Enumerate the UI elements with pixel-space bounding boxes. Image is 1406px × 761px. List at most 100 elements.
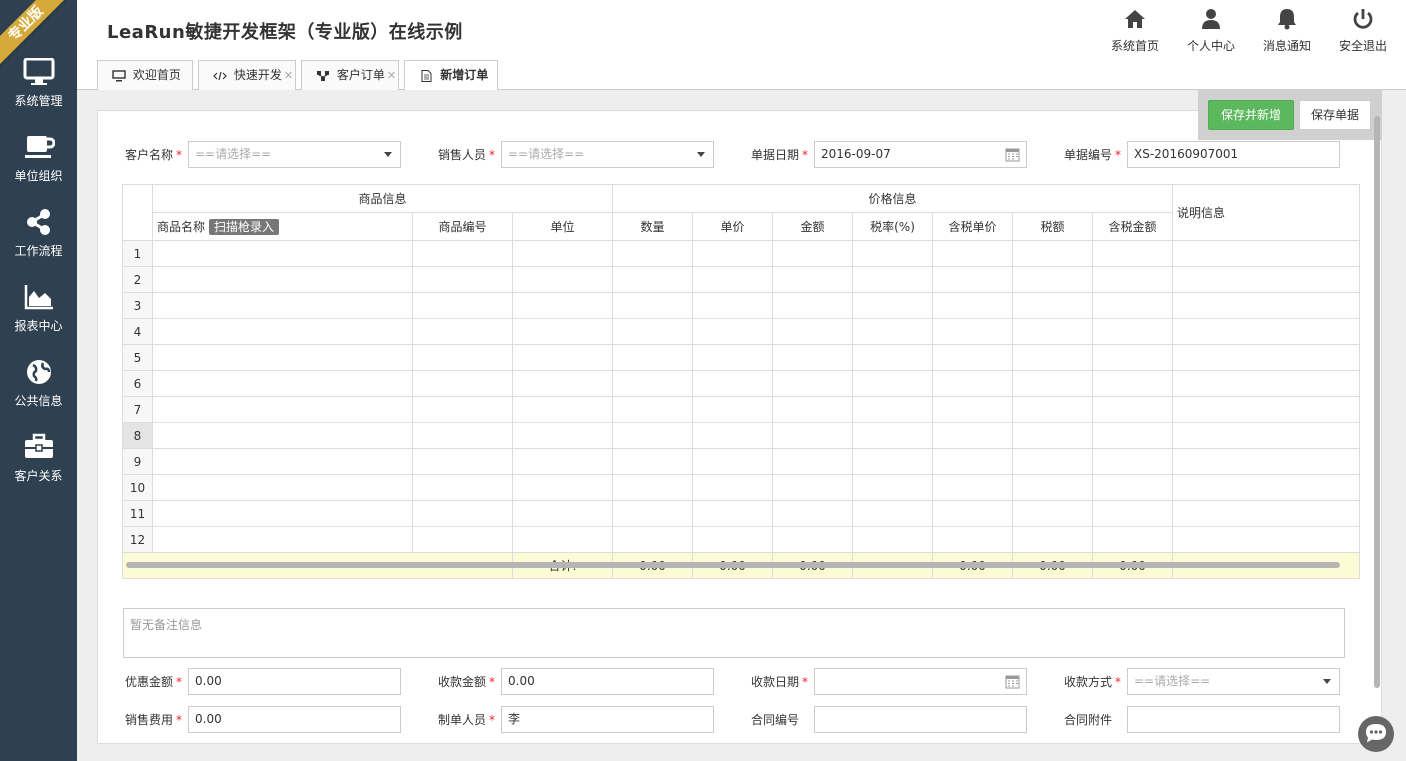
table-cell[interactable] [932, 318, 1013, 345]
table-cell[interactable] [772, 526, 853, 553]
table-cell[interactable] [852, 526, 933, 553]
table-cell[interactable] [852, 422, 933, 449]
table-cell[interactable] [1012, 474, 1093, 501]
table-cell[interactable] [932, 474, 1013, 501]
table-cell[interactable] [412, 370, 513, 397]
sidebar-item-crm[interactable]: 客户关系 [0, 433, 77, 483]
table-row[interactable]: 6 [122, 370, 1360, 397]
table-cell[interactable] [1172, 422, 1360, 449]
table-cell[interactable] [152, 370, 413, 397]
table-cell[interactable] [932, 422, 1013, 449]
table-cell[interactable] [1092, 500, 1173, 527]
table-cell[interactable] [852, 448, 933, 475]
table-cell[interactable] [152, 526, 413, 553]
logout-button[interactable]: 安全退出 [1333, 8, 1393, 54]
notifications-button[interactable]: 消息通知 [1257, 8, 1317, 54]
creator-input[interactable]: 李 [501, 706, 714, 733]
table-cell[interactable] [412, 344, 513, 371]
table-cell[interactable] [412, 448, 513, 475]
table-cell[interactable] [612, 370, 693, 397]
receive-date-input[interactable] [814, 668, 1027, 695]
table-cell[interactable] [612, 396, 693, 423]
home-button[interactable]: 系统首页 [1105, 8, 1165, 54]
table-row[interactable]: 12 [122, 526, 1360, 553]
table-cell[interactable] [612, 266, 693, 293]
table-cell[interactable] [152, 422, 413, 449]
table-cell[interactable] [412, 500, 513, 527]
table-cell[interactable] [1092, 266, 1173, 293]
table-cell[interactable] [412, 422, 513, 449]
discount-input[interactable]: 0.00 [188, 668, 401, 695]
table-cell[interactable] [1172, 448, 1360, 475]
table-cell[interactable] [512, 292, 613, 319]
table-cell[interactable] [1092, 318, 1173, 345]
table-cell[interactable] [412, 474, 513, 501]
contract-file-input[interactable] [1127, 706, 1340, 733]
table-cell[interactable] [1092, 448, 1173, 475]
table-cell[interactable] [1012, 240, 1093, 267]
table-cell[interactable] [852, 318, 933, 345]
sidebar-item-public-info[interactable]: 公共信息 [0, 358, 77, 408]
chat-button[interactable] [1358, 716, 1394, 752]
table-cell[interactable] [852, 474, 933, 501]
vertical-scrollbar[interactable] [1374, 116, 1380, 688]
order-number-input[interactable]: XS-20160907001 [1127, 141, 1340, 168]
table-cell[interactable] [152, 448, 413, 475]
tab-welcome[interactable]: 欢迎首页 [97, 60, 193, 90]
table-cell[interactable] [772, 448, 853, 475]
table-cell[interactable] [692, 500, 773, 527]
table-cell[interactable] [412, 292, 513, 319]
table-row[interactable]: 9 [122, 448, 1360, 475]
table-cell[interactable] [1012, 500, 1093, 527]
table-cell[interactable] [512, 422, 613, 449]
table-cell[interactable] [512, 448, 613, 475]
table-cell[interactable] [852, 266, 933, 293]
tab-quick-dev[interactable]: 快速开发 ✕ [198, 60, 296, 90]
table-cell[interactable] [1172, 318, 1360, 345]
table-row[interactable]: 11 [122, 500, 1360, 527]
table-cell[interactable] [152, 344, 413, 371]
contract-no-input[interactable] [814, 706, 1027, 733]
table-cell[interactable] [1172, 474, 1360, 501]
table-cell[interactable] [692, 266, 773, 293]
tab-new-order[interactable]: 新增订单✕ [404, 60, 498, 110]
table-cell[interactable] [412, 240, 513, 267]
table-row[interactable]: 5 [122, 344, 1360, 371]
table-cell[interactable] [1012, 396, 1093, 423]
table-cell[interactable] [1092, 474, 1173, 501]
table-cell[interactable] [512, 500, 613, 527]
user-center-button[interactable]: 个人中心 [1181, 8, 1241, 54]
table-cell[interactable] [512, 474, 613, 501]
table-cell[interactable] [932, 240, 1013, 267]
table-cell[interactable] [772, 370, 853, 397]
table-cell[interactable] [1092, 240, 1173, 267]
table-cell[interactable] [612, 448, 693, 475]
save-button[interactable]: 保存单据 [1299, 100, 1371, 130]
table-cell[interactable] [1092, 344, 1173, 371]
table-cell[interactable] [852, 240, 933, 267]
save-and-new-button[interactable]: 保存并新增 [1208, 100, 1294, 130]
table-row[interactable]: 2 [122, 266, 1360, 293]
table-cell[interactable] [612, 500, 693, 527]
table-cell[interactable] [852, 396, 933, 423]
table-cell[interactable] [932, 344, 1013, 371]
table-cell[interactable] [772, 292, 853, 319]
table-cell[interactable] [1172, 396, 1360, 423]
table-cell[interactable] [1172, 500, 1360, 527]
table-cell[interactable] [772, 344, 853, 371]
table-cell[interactable] [1092, 422, 1173, 449]
table-cell[interactable] [1012, 422, 1093, 449]
table-cell[interactable] [1092, 396, 1173, 423]
remark-textarea[interactable]: 暂无备注信息 [123, 608, 1345, 658]
table-cell[interactable] [1172, 344, 1360, 371]
sidebar-item-system[interactable]: 系统管理 [0, 57, 77, 108]
table-cell[interactable] [152, 396, 413, 423]
table-cell[interactable] [692, 344, 773, 371]
table-cell[interactable] [772, 266, 853, 293]
calendar-icon[interactable] [1005, 674, 1020, 689]
table-cell[interactable] [772, 318, 853, 345]
table-cell[interactable] [612, 526, 693, 553]
table-cell[interactable] [1012, 266, 1093, 293]
table-cell[interactable] [512, 344, 613, 371]
sidebar-item-workflow[interactable]: 工作流程 [0, 208, 77, 258]
